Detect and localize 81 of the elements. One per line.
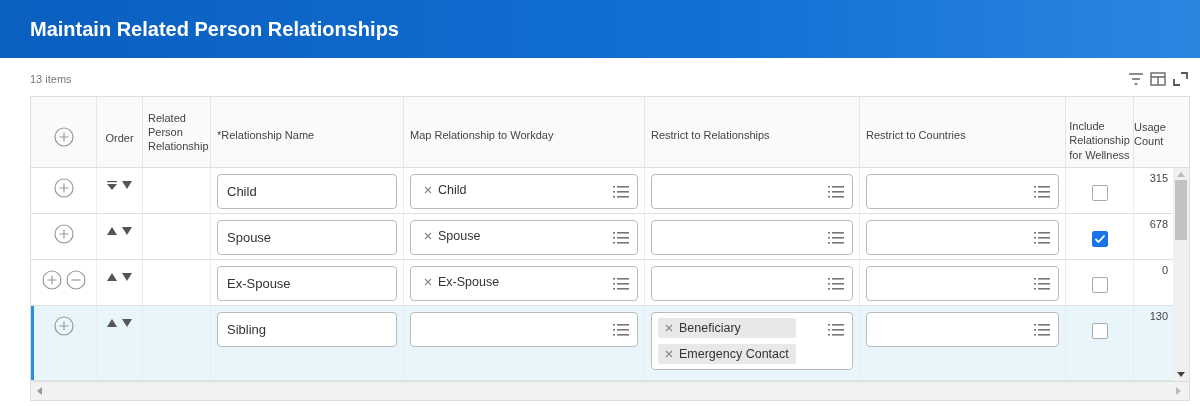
multiselect-field[interactable] (866, 174, 1059, 209)
table-row[interactable]: Child Child 315 (31, 168, 1173, 214)
list-icon[interactable] (828, 278, 844, 290)
expand-icon[interactable] (1172, 72, 1188, 86)
scroll-down-icon[interactable] (1177, 372, 1185, 377)
remove-icon[interactable] (65, 270, 86, 290)
move-down-icon[interactable] (122, 181, 132, 189)
columns-icon[interactable] (1150, 72, 1166, 86)
table-row[interactable]: Sibling Beneficiary Emergency Contact 130 (31, 306, 1173, 381)
horizontal-scrollbar[interactable] (31, 381, 1189, 400)
list-icon[interactable] (1034, 232, 1050, 244)
selected-item: Child (417, 180, 474, 200)
usage-count: 0 (1161, 264, 1168, 276)
checkbox[interactable] (1091, 185, 1108, 201)
multiselect-field[interactable] (651, 266, 853, 301)
list-icon[interactable] (828, 186, 844, 198)
usage-count: 130 (1149, 310, 1168, 322)
move-down-icon[interactable] (122, 273, 132, 281)
text-field[interactable]: Sibling (217, 312, 397, 347)
checkbox[interactable] (1091, 277, 1108, 293)
list-icon[interactable] (1034, 278, 1050, 290)
selected-item: Beneficiary (658, 318, 796, 338)
column-header: Related Person Relationship (148, 110, 209, 154)
remove-icon[interactable] (424, 278, 432, 286)
multiselect-field[interactable] (866, 220, 1059, 255)
list-icon[interactable] (613, 232, 629, 244)
text-field[interactable]: Ex-Spouse (217, 266, 397, 301)
remove-icon[interactable] (424, 186, 432, 194)
text-field[interactable]: Child (217, 174, 397, 209)
move-down-icon[interactable] (122, 319, 132, 327)
list-icon[interactable] (613, 324, 629, 336)
selected-item: Spouse (417, 226, 488, 246)
column-header: Order (105, 131, 134, 146)
move-top-icon[interactable] (107, 181, 117, 190)
text-field[interactable]: Spouse (217, 220, 397, 255)
multiselect-field[interactable]: Ex-Spouse (410, 266, 638, 301)
multiselect-field[interactable] (651, 174, 853, 209)
multiselect-field[interactable] (866, 312, 1059, 347)
column-header: Usage Count (1134, 119, 1167, 149)
remove-icon[interactable] (665, 350, 673, 358)
move-down-icon[interactable] (122, 227, 132, 235)
column-header: Restrict to Relationships (651, 127, 770, 143)
column-header: Include Relationship for Wellness (1069, 119, 1130, 162)
remove-icon[interactable] (424, 232, 432, 240)
list-icon[interactable] (613, 278, 629, 290)
filter-icon[interactable] (1128, 73, 1144, 85)
usage-count: 678 (1149, 218, 1168, 230)
multiselect-field[interactable]: Child (410, 174, 638, 209)
remove-icon[interactable] (665, 324, 673, 332)
page-title: Maintain Related Person Relationships (30, 17, 399, 41)
list-icon[interactable] (828, 232, 844, 244)
move-up-icon[interactable] (107, 319, 117, 327)
multiselect-field[interactable] (651, 220, 853, 255)
scroll-left-icon[interactable] (37, 387, 42, 395)
list-icon[interactable] (1034, 186, 1050, 198)
column-header: Restrict to Countries (866, 127, 966, 143)
column-header: *Relationship Name (217, 127, 315, 143)
item-count: 13 items (30, 73, 72, 85)
list-icon[interactable] (828, 324, 844, 336)
vertical-scrollbar[interactable] (1173, 168, 1189, 381)
move-up-icon[interactable] (107, 227, 117, 235)
table-row[interactable]: Ex-Spouse Ex-Spouse 0 (31, 260, 1173, 306)
multiselect-field[interactable]: Beneficiary Emergency Contact (651, 312, 853, 370)
multiselect-field[interactable] (410, 312, 638, 347)
column-header: Map Relationship to Workday (410, 127, 554, 143)
add-icon[interactable] (53, 178, 74, 198)
multiselect-field[interactable] (866, 266, 1059, 301)
usage-count: 315 (1149, 172, 1168, 184)
move-up-icon[interactable] (107, 273, 117, 281)
list-icon[interactable] (613, 186, 629, 198)
add-icon[interactable] (53, 224, 74, 244)
selected-item: Ex-Spouse (417, 272, 507, 292)
table-row[interactable]: Spouse Spouse 678 (31, 214, 1173, 260)
add-icon[interactable] (41, 270, 62, 290)
list-icon[interactable] (1034, 324, 1050, 336)
checkbox[interactable] (1091, 323, 1108, 339)
multiselect-field[interactable]: Spouse (410, 220, 638, 255)
add-icon[interactable] (53, 316, 74, 336)
selected-item: Emergency Contact (658, 344, 796, 364)
add-icon[interactable] (53, 127, 74, 147)
scroll-thumb[interactable] (1175, 180, 1187, 240)
